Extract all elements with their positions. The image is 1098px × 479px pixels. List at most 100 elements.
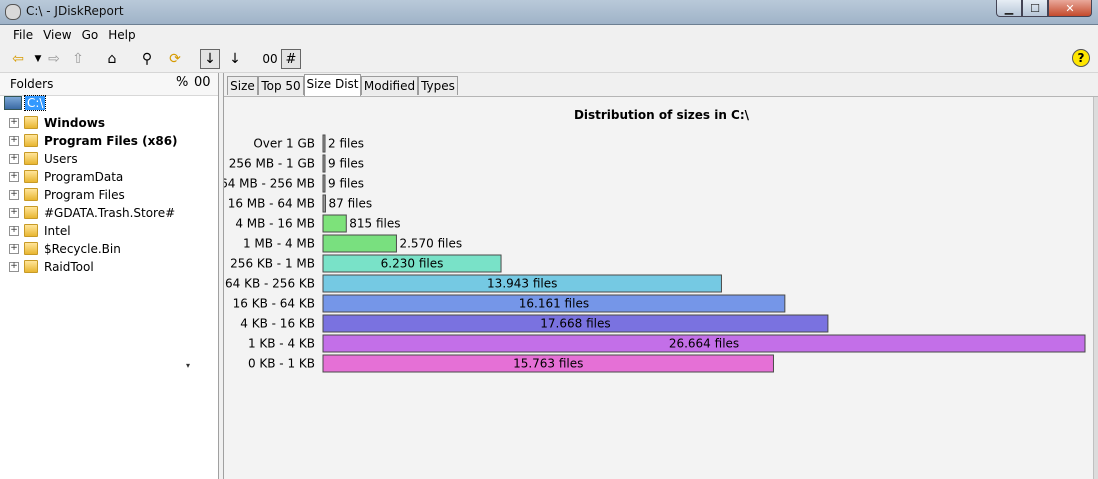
- app-icon: [5, 4, 21, 20]
- category-label: 16 MB - 64 MB: [228, 197, 315, 211]
- close-button[interactable]: ✕: [1048, 0, 1092, 17]
- maximize-button[interactable]: ☐: [1022, 0, 1048, 17]
- distribution-bar[interactable]: [322, 154, 326, 173]
- bar-value-label: 15.763 files: [513, 357, 583, 371]
- window-title: C:\ - JDiskReport: [26, 4, 124, 18]
- home-icon[interactable]: ⌂: [102, 49, 122, 69]
- menu-bar: File View Go Help: [0, 25, 1098, 45]
- folder-icon: [24, 134, 38, 147]
- folder-icon: [24, 152, 38, 165]
- bar-value-label: 87 files: [328, 197, 372, 211]
- category-label: 64 KB - 256 KB: [225, 277, 315, 291]
- back-arrow-icon[interactable]: ⇦: [8, 49, 28, 69]
- main-panel: Size Top 50 Size Dist Modified Types Dis…: [223, 73, 1098, 479]
- folder-tree: + Windows + Program Files (x86) + Users + Pr…: [0, 114, 218, 276]
- category-label: 16 KB - 64 KB: [233, 297, 315, 311]
- vertical-scrollbar[interactable]: [1093, 97, 1098, 479]
- tab-size-dist[interactable]: Size Dist: [304, 74, 361, 96]
- tree-item-label: ProgramData: [44, 170, 124, 184]
- bar-value-label: 2 files: [328, 137, 364, 151]
- tab-types[interactable]: Types: [418, 76, 458, 95]
- distribution-bar[interactable]: [322, 174, 326, 193]
- bar-value-label: 815 files: [349, 217, 400, 231]
- tree-item-label: Users: [44, 152, 78, 166]
- tab-modified[interactable]: Modified: [361, 76, 418, 95]
- category-label: 4 MB - 16 MB: [235, 217, 315, 231]
- percent-column-label[interactable]: %: [176, 75, 188, 90]
- folder-icon: [24, 224, 38, 237]
- tree-item-program-files-x86[interactable]: + Program Files (x86): [0, 132, 218, 150]
- tree-item-recycle-bin[interactable]: + $Recycle.Bin: [0, 240, 218, 258]
- expand-icon[interactable]: +: [9, 226, 19, 236]
- size-column-label[interactable]: 00: [194, 75, 211, 90]
- tree-item-programdata[interactable]: + ProgramData: [0, 168, 218, 186]
- tree-root[interactable]: C:\: [4, 95, 47, 111]
- expand-icon[interactable]: +: [9, 262, 19, 272]
- folder-icon: [24, 116, 38, 129]
- tree-item-label: #GDATA.Trash.Store#: [44, 206, 176, 220]
- category-label: 64 MB - 256 MB: [224, 177, 315, 191]
- percent-display-icon[interactable]: 00: [258, 49, 282, 69]
- distribution-bar[interactable]: [322, 214, 347, 233]
- count-display-icon[interactable]: #: [281, 49, 301, 69]
- bar-value-label: 9 files: [328, 177, 364, 191]
- folders-label: Folders: [10, 77, 54, 91]
- category-label: 256 MB - 1 GB: [229, 157, 315, 171]
- bar-value-label: 2.570 files: [399, 237, 462, 251]
- tree-item-intel[interactable]: + Intel: [0, 222, 218, 240]
- expand-icon[interactable]: +: [9, 244, 19, 254]
- tree-item-gdata-trash[interactable]: + #GDATA.Trash.Store#: [0, 204, 218, 222]
- distribution-bar[interactable]: [322, 194, 326, 213]
- menu-help[interactable]: Help: [103, 25, 140, 42]
- expand-icon[interactable]: +: [9, 154, 19, 164]
- folders-header: Folders % 00: [0, 73, 218, 96]
- sort-by-size-icon[interactable]: ↓: [200, 49, 220, 69]
- distribution-bar[interactable]: [322, 134, 326, 153]
- view-tabs: Size Top 50 Size Dist Modified Types: [224, 73, 1098, 97]
- refresh-icon[interactable]: ⟳: [165, 49, 185, 69]
- folder-icon: [24, 242, 38, 255]
- tree-item-label: $Recycle.Bin: [44, 242, 121, 256]
- tree-item-users[interactable]: + Users: [0, 150, 218, 168]
- folder-icon: [24, 188, 38, 201]
- expand-icon[interactable]: +: [9, 190, 19, 200]
- tree-item-program-files[interactable]: + Program Files: [0, 186, 218, 204]
- expand-icon[interactable]: +: [9, 118, 19, 128]
- category-label: Over 1 GB: [253, 137, 315, 151]
- size-distribution-chart: Over 1 GB 2 files 256 MB - 1 GB 9 files 64 M…: [224, 134, 1086, 373]
- category-label: 1 KB - 4 KB: [248, 337, 315, 351]
- menu-view[interactable]: View: [38, 25, 76, 42]
- tree-item-label: RaidTool: [44, 260, 94, 274]
- tree-item-raidtool[interactable]: + RaidTool: [0, 258, 218, 276]
- up-arrow-icon[interactable]: ⇧: [68, 49, 88, 69]
- tree-item-label: Windows: [44, 116, 105, 130]
- tab-size[interactable]: Size: [227, 76, 258, 95]
- tree-item-label: Program Files (x86): [44, 134, 178, 148]
- drive-icon: [4, 96, 22, 110]
- expand-icon[interactable]: +: [9, 172, 19, 182]
- minimize-button[interactable]: ▁: [996, 0, 1022, 17]
- bar-value-label: 13.943 files: [487, 277, 557, 291]
- category-label: 1 MB - 4 MB: [243, 237, 315, 251]
- menu-file[interactable]: File: [0, 25, 38, 42]
- expand-icon[interactable]: +: [9, 208, 19, 218]
- tree-root-label[interactable]: C:\: [23, 95, 47, 111]
- category-label: 4 KB - 16 KB: [240, 317, 315, 331]
- help-icon[interactable]: ?: [1072, 49, 1090, 67]
- menu-go[interactable]: Go: [77, 25, 104, 42]
- tree-item-label: Program Files: [44, 188, 125, 202]
- search-icon[interactable]: ⚲: [137, 49, 157, 69]
- bar-value-label: 26.664 files: [669, 337, 739, 351]
- forward-arrow-icon[interactable]: ⇨: [44, 49, 64, 69]
- tree-item-windows[interactable]: + Windows: [0, 114, 218, 132]
- tree-item-label: Intel: [44, 224, 71, 238]
- folder-icon: [24, 260, 38, 273]
- busy-cursor-icon: ▾: [186, 361, 191, 370]
- tab-top-50[interactable]: Top 50: [258, 76, 304, 95]
- bar-value-label: 6.230 files: [381, 257, 444, 271]
- category-label: 256 KB - 1 MB: [230, 257, 315, 271]
- distribution-bar[interactable]: [322, 234, 397, 253]
- sort-by-name-icon[interactable]: ↓: [225, 49, 245, 69]
- expand-icon[interactable]: +: [9, 136, 19, 146]
- folder-icon: [24, 170, 38, 183]
